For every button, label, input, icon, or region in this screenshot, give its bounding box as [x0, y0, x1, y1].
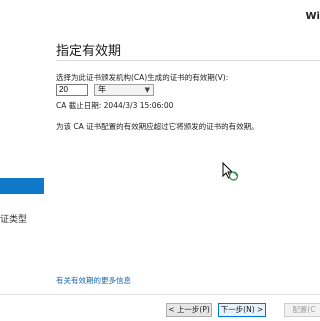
- next-button[interactable]: 下一步(N) >: [218, 303, 266, 317]
- os-brand: Wi: [305, 11, 320, 22]
- validity-note: 为该 CA 证书配置的有效期应超过它将颁发的证书的有效期。: [56, 122, 259, 131]
- validity-value-input[interactable]: [56, 84, 88, 96]
- main-panel: 指定有效期 选择为此证书颁发机构(CA)生成的证书的有效期(V): 年 ▼ CA…: [56, 32, 320, 294]
- busy-cursor-icon: [222, 162, 238, 181]
- sidebar-item-label: 证类型: [0, 215, 28, 225]
- sidebar: 证类型: [0, 32, 44, 294]
- wizard-footer: < 上一步(P) 下一步(N) > 配置(C: [0, 294, 320, 321]
- more-info-link[interactable]: 有关有效期的更多信息: [56, 275, 131, 286]
- validity-unit-select[interactable]: 年 ▼: [94, 84, 154, 96]
- ca-expiry-date: CA 截止日期: 2044/3/3 15:06:00: [56, 101, 174, 110]
- title-bar: Wi: [0, 0, 320, 32]
- page-title: 指定有效期: [56, 44, 122, 59]
- divider: [56, 60, 320, 61]
- configure-button[interactable]: 配置(C: [284, 303, 320, 317]
- previous-button[interactable]: < 上一步(P): [166, 303, 212, 317]
- sidebar-item-certificate-type[interactable]: 证类型: [0, 212, 27, 225]
- sidebar-item-active[interactable]: [0, 178, 44, 194]
- selected-unit: 年: [98, 85, 106, 94]
- validity-label: 选择为此证书颁发机构(CA)生成的证书的有效期(V):: [56, 73, 229, 82]
- chevron-down-icon: ▼: [144, 86, 150, 94]
